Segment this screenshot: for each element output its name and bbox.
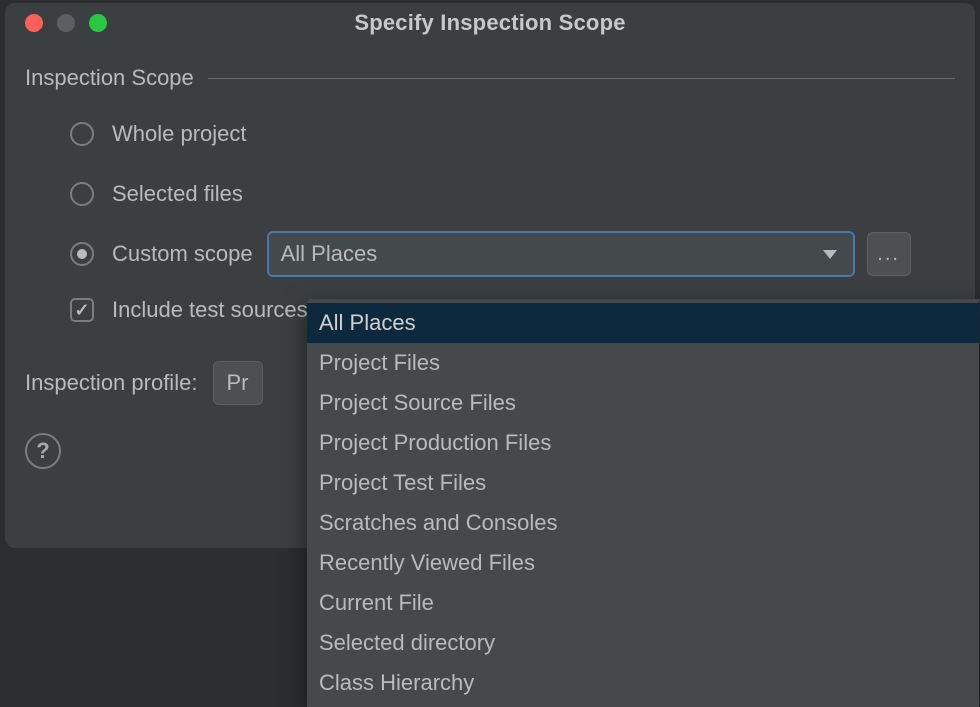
custom-scope-dropdown: All PlacesProject FilesProject Source Fi… bbox=[307, 299, 979, 707]
section-title: Inspection Scope bbox=[25, 65, 194, 91]
dropdown-item[interactable]: Class Hierarchy bbox=[307, 663, 979, 703]
radio-whole-project[interactable] bbox=[70, 122, 94, 146]
help-icon: ? bbox=[36, 438, 49, 464]
radio-row-custom-scope[interactable]: Custom scope All Places ... bbox=[70, 239, 955, 269]
include-tests-label: Include test sources bbox=[112, 297, 308, 323]
radio-selected-files[interactable] bbox=[70, 182, 94, 206]
window-controls bbox=[5, 14, 107, 32]
chevron-down-icon bbox=[823, 250, 837, 259]
section-header: Inspection Scope bbox=[25, 65, 955, 91]
minimize-window-button[interactable] bbox=[57, 14, 75, 32]
dialog-title: Specify Inspection Scope bbox=[5, 10, 975, 36]
maximize-window-button[interactable] bbox=[89, 14, 107, 32]
custom-scope-selector-row: All Places ... bbox=[267, 231, 911, 277]
custom-scope-value: All Places bbox=[281, 241, 823, 267]
dropdown-item[interactable]: Project Test Files bbox=[307, 463, 979, 503]
inspection-profile-combobox[interactable]: Pr bbox=[213, 361, 263, 405]
dropdown-item[interactable]: Recently Viewed Files bbox=[307, 543, 979, 583]
edit-scope-button[interactable]: ... bbox=[867, 232, 911, 276]
dropdown-item[interactable]: Project Files bbox=[307, 343, 979, 383]
help-button[interactable]: ? bbox=[25, 433, 61, 469]
scope-radio-group: Whole project Selected files Custom scop… bbox=[25, 119, 955, 269]
radio-row-selected-files[interactable]: Selected files bbox=[70, 179, 955, 209]
dropdown-item[interactable]: Project Source Files bbox=[307, 383, 979, 423]
custom-scope-combobox[interactable]: All Places bbox=[267, 231, 855, 277]
dialog-titlebar: Specify Inspection Scope bbox=[5, 3, 975, 43]
inspection-profile-value: Pr bbox=[226, 370, 248, 396]
dropdown-item[interactable]: Current File bbox=[307, 583, 979, 623]
radio-label-whole-project: Whole project bbox=[112, 121, 247, 147]
radio-label-selected-files: Selected files bbox=[112, 181, 243, 207]
inspection-profile-label: Inspection profile: bbox=[25, 370, 197, 396]
radio-custom-scope[interactable] bbox=[70, 242, 94, 266]
radio-row-whole-project[interactable]: Whole project bbox=[70, 119, 955, 149]
section-divider bbox=[208, 78, 955, 79]
dropdown-item[interactable]: All Places bbox=[307, 303, 979, 343]
dropdown-item[interactable]: Project Production Files bbox=[307, 423, 979, 463]
close-window-button[interactable] bbox=[25, 14, 43, 32]
radio-label-custom-scope: Custom scope bbox=[112, 241, 253, 267]
include-tests-checkbox[interactable] bbox=[70, 298, 94, 322]
dropdown-item[interactable]: Scratches and Consoles bbox=[307, 503, 979, 543]
dropdown-item[interactable]: Selected directory bbox=[307, 623, 979, 663]
